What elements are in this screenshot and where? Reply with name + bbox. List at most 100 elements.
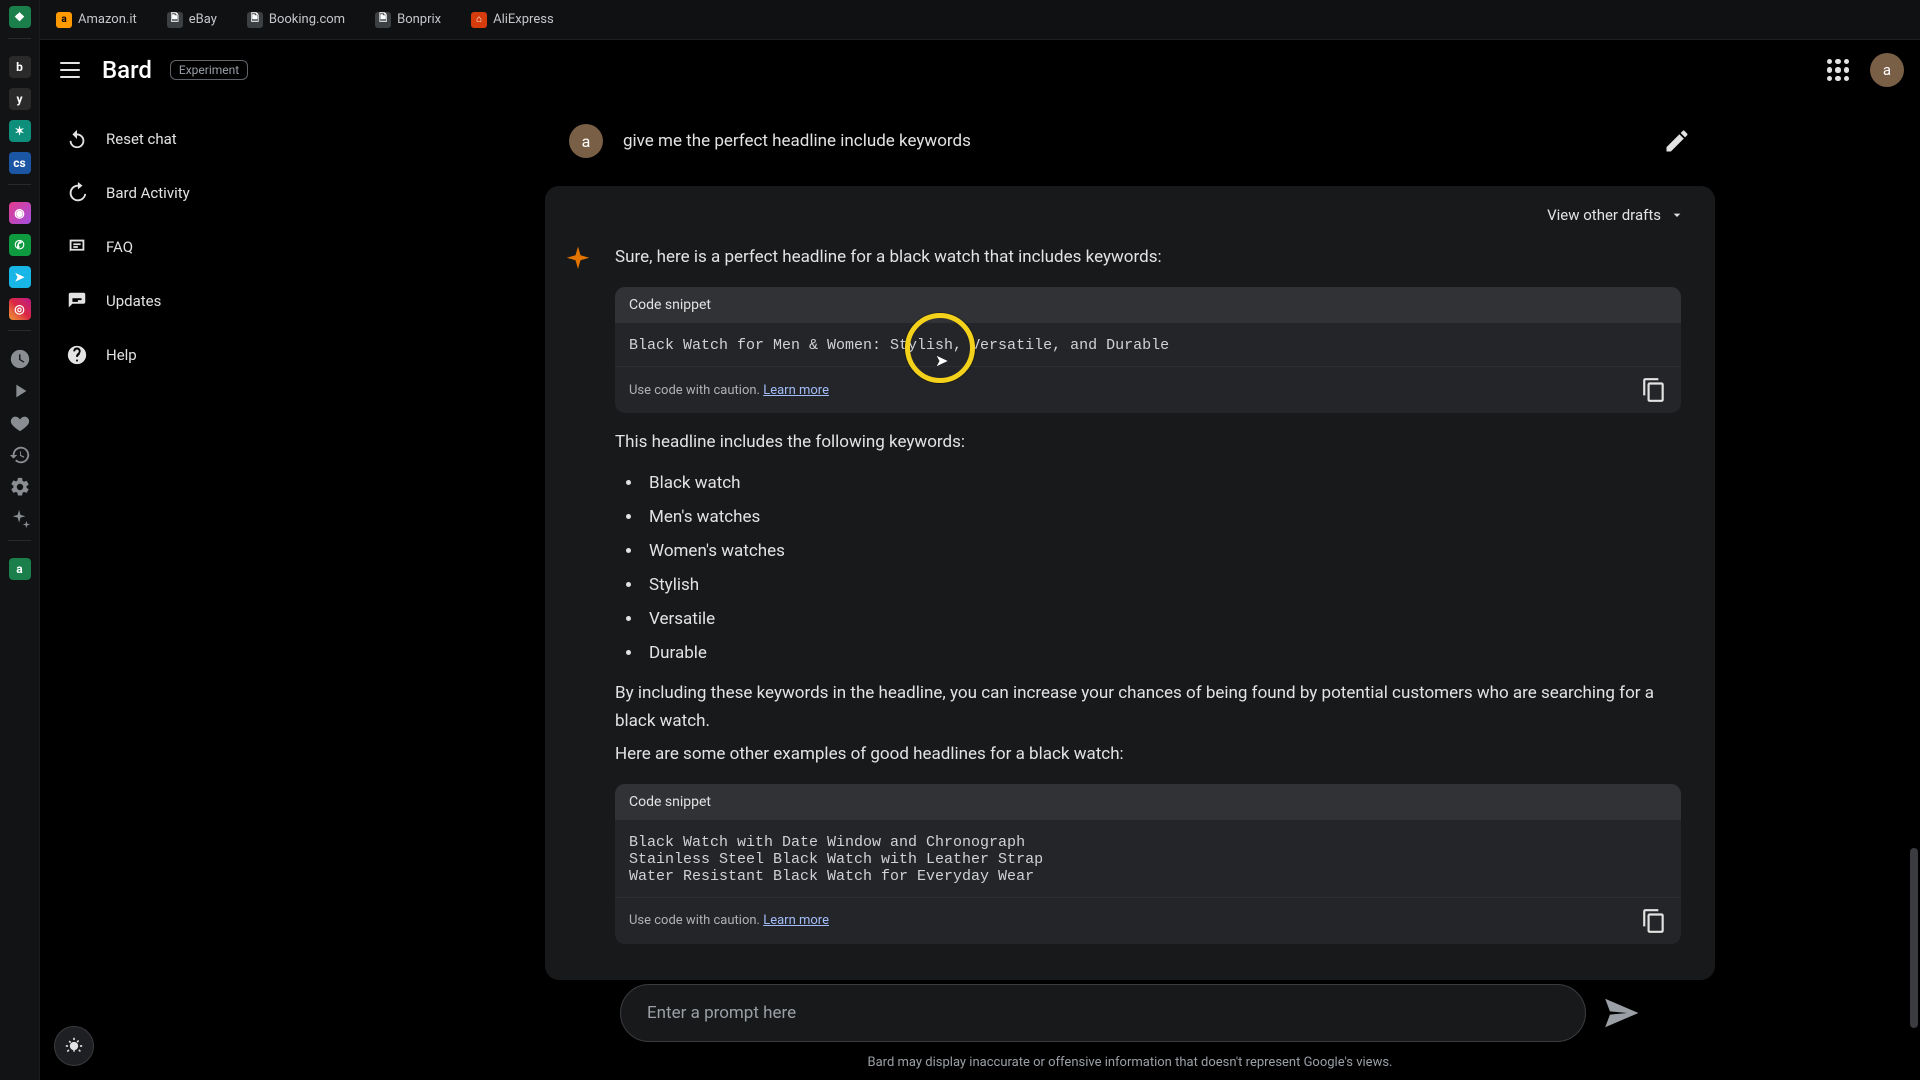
rail-divider [8,540,31,548]
scrollbar-thumb[interactable] [1910,848,1918,1028]
file-icon: 🗎 [247,12,263,28]
avatar[interactable]: a [1870,53,1904,87]
sidebar-item-label: Updates [106,292,161,310]
sidebar-item-label: Reset chat [106,130,177,148]
user-avatar: a [569,124,603,158]
rail-shortcut-3[interactable]: ✶ [9,120,31,142]
bookmark-aliexpress[interactable]: ⌂ AliExpress [465,8,560,32]
rail-shortcut-1[interactable]: b [9,56,31,78]
rail-gear-icon[interactable] [9,476,31,498]
copy-icon[interactable] [1641,377,1667,403]
view-other-drafts[interactable]: View other drafts [1537,200,1695,230]
bookmark-label: Booking.com [269,12,345,27]
amazon-icon: a [56,12,72,28]
bookmark-label: AliExpress [493,12,554,27]
apps-grid-icon[interactable] [1824,56,1852,84]
bookmark-bonprix[interactable]: 🗎 Bonprix [369,8,447,32]
other-examples-intro: Here are some other examples of good hea… [615,741,1681,768]
reset-icon [66,128,88,150]
keyword-list: Black watch Men's watches Women's watche… [643,466,1681,670]
sidebar-item-faq[interactable]: FAQ [48,222,332,272]
prompt-input[interactable]: Enter a prompt here [620,984,1586,1042]
sidebar-item-help[interactable]: Help [48,330,332,380]
chevron-down-icon [1669,207,1685,223]
list-item: Durable [643,636,1681,670]
keywords-intro: This headline includes the following key… [615,429,1681,456]
avatar-letter: a [1883,61,1891,79]
aliexpress-icon: ⌂ [471,12,487,28]
faq-icon [66,236,88,258]
model-response: View other drafts Sure, here is a perfec… [545,186,1715,980]
rail-whatsapp-icon[interactable]: ✆ [9,234,31,256]
sidebar-item-activity[interactable]: Bard Activity [48,168,332,218]
disclaimer: Bard may display inaccurate or offensive… [868,1055,1393,1070]
rail-divider [8,330,31,338]
code-snippet-title: Code snippet [615,287,1681,323]
sparkle-icon [563,244,593,274]
activity-icon [66,182,88,204]
help-icon [66,344,88,366]
list-item: Women's watches [643,534,1681,568]
bookmark-label: eBay [189,12,217,27]
list-item: Stylish [643,568,1681,602]
app-header: Bard Experiment a [40,40,1920,100]
copy-icon[interactable] [1641,908,1667,934]
sidebar-item-label: Help [106,346,137,364]
prompt-input-bar: Enter a prompt here [620,984,1640,1042]
file-icon: 🗎 [375,12,391,28]
rail-shortcut-2[interactable]: y [9,88,31,110]
rail-current-icon[interactable]: a [9,558,31,580]
code-caution: Use code with caution. Learn more [629,383,829,398]
experiment-badge: Experiment [170,60,248,80]
sidebar-item-label: FAQ [106,238,133,256]
brand-title: Bard [102,56,152,84]
file-icon: 🗎 [167,12,183,28]
rail-shortcut-4[interactable]: cs [9,152,31,174]
bookmarks-bar: a Amazon.it 🗎 eBay 🗎 Booking.com 🗎 Bonpr… [40,0,1920,40]
rail-clock-icon[interactable] [9,348,31,370]
prompt-placeholder: Enter a prompt here [647,1003,796,1023]
rail-instagram-icon[interactable]: ◎ [9,298,31,320]
bookmark-label: Bonprix [397,12,441,27]
code-caution: Use code with caution. Learn more [629,913,829,928]
sidebar-item-reset[interactable]: Reset chat [48,114,332,164]
bookmark-ebay[interactable]: 🗎 eBay [161,8,223,32]
rail-divider [8,184,31,192]
rail-telegram-icon[interactable]: ➤ [9,266,31,288]
updates-icon [66,290,88,312]
rail-play-icon[interactable] [9,380,31,402]
sidebar: Reset chat Bard Activity FAQ Updates Hel… [40,100,340,1080]
view-drafts-label: View other drafts [1547,206,1661,224]
learn-more-link[interactable]: Learn more [763,913,829,928]
response-intro: Sure, here is a perfect headline for a b… [615,244,1681,271]
send-icon[interactable] [1602,994,1640,1032]
bookmark-amazon[interactable]: a Amazon.it [50,8,143,32]
list-item: Men's watches [643,500,1681,534]
user-prompt-row: a give me the perfect headline include k… [545,106,1715,176]
learn-more-link[interactable]: Learn more [763,383,829,398]
rail-divider [8,38,31,46]
sidebar-item-updates[interactable]: Updates [48,276,332,326]
rail-history-icon[interactable] [9,444,31,466]
bookmark-booking[interactable]: 🗎 Booking.com [241,8,351,32]
bookmark-label: Amazon.it [78,12,137,27]
list-item: Versatile [643,602,1681,636]
response-benefit: By including these keywords in the headl… [615,680,1681,734]
theme-toggle-icon[interactable] [54,1026,94,1066]
rail-new-tab-icon[interactable]: ❖ [9,6,31,28]
code-snippet-content: Black Watch for Men & Women: Stylish, Ve… [615,323,1681,366]
user-prompt-text: give me the perfect headline include key… [623,131,971,151]
browser-rail: ❖ b y ✶ cs ◉ ✆ ➤ ◎ a [0,0,40,1080]
rail-heart-icon[interactable] [9,412,31,434]
menu-icon[interactable] [56,56,84,84]
code-snippet-1: Code snippet Black Watch for Men & Women… [615,287,1681,413]
chat-area: a give me the perfect headline include k… [340,100,1920,1080]
code-snippet-title: Code snippet [615,784,1681,820]
rail-sparkle-icon[interactable] [9,508,31,530]
code-snippet-content: Black Watch with Date Window and Chronog… [615,820,1681,897]
list-item: Black watch [643,466,1681,500]
code-snippet-2: Code snippet Black Watch with Date Windo… [615,784,1681,944]
rail-messenger-icon[interactable]: ◉ [9,202,31,224]
sidebar-item-label: Bard Activity [106,184,190,202]
edit-prompt-icon[interactable] [1663,127,1691,155]
